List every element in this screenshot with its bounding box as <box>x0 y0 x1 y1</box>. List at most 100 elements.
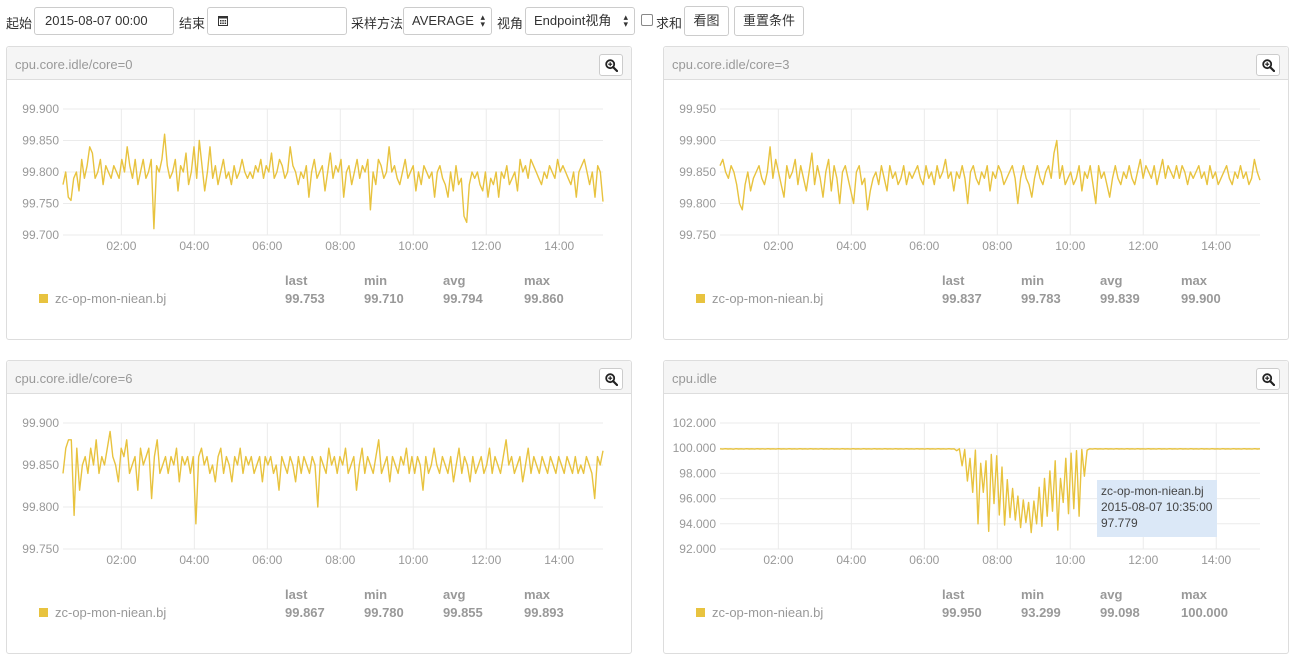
x-tick-label: 12:00 <box>471 553 501 567</box>
stat-value-avg: 99.794 <box>443 291 483 306</box>
panel-title: cpu.core.idle/core=0 <box>15 57 133 72</box>
stat-header-min: min <box>364 273 388 288</box>
series-line[interactable] <box>62 430 604 525</box>
view-chart-button[interactable]: 看图 <box>684 6 729 36</box>
stat-value-last: 99.950 <box>942 605 982 620</box>
stat-value-avg: 99.855 <box>443 605 483 620</box>
stat-value-last: 99.753 <box>285 291 325 306</box>
x-tick-label: 10:00 <box>1055 553 1085 567</box>
line-chart: 99.750 99.800 99.850 99.900 99.950 02:00 04:00… <box>679 102 1261 253</box>
zoom-button[interactable] <box>599 368 623 390</box>
stat-header-avg: avg <box>1100 587 1123 602</box>
stat-header-avg: avg <box>1100 273 1123 288</box>
x-tick-label: 14:00 <box>544 239 574 253</box>
panel-header: cpu.core.idle/core=0 <box>7 47 631 80</box>
zoom-in-icon <box>1262 59 1275 72</box>
x-tick-label: 10:00 <box>398 239 428 253</box>
panel-title: cpu.core.idle/core=6 <box>15 371 133 386</box>
stat-value-last: 99.867 <box>285 605 325 620</box>
chart-tooltip: zc-op-mon-niean.bj 2015-08-07 10:35:00 97.… <box>1097 480 1217 537</box>
tooltip-line3: 97.779 <box>1101 516 1138 530</box>
panel-header: cpu.idle <box>664 361 1288 394</box>
y-tick-label: 99.900 <box>22 416 59 430</box>
tooltip-line1: zc-op-mon-niean.bj <box>1101 484 1204 498</box>
x-tick-label: 08:00 <box>982 239 1012 253</box>
sampling-select[interactable]: AVERAGE ▴ ▾ <box>403 7 492 35</box>
y-tick-label: 99.800 <box>22 500 59 514</box>
stat-header-last: last <box>285 587 308 602</box>
start-input[interactable]: 2015-08-07 00:00 <box>34 7 174 35</box>
x-tick-label: 04:00 <box>836 553 866 567</box>
sum-label: 求和 <box>656 16 683 31</box>
chart-panel: cpu.core.idle/core=6 99.750 99.800 99.850 99… <box>6 360 632 654</box>
zoom-button[interactable] <box>599 54 623 76</box>
sampling-label: 采样方法 <box>351 16 404 31</box>
end-label: 结束 <box>179 16 206 31</box>
stat-value-min: 99.780 <box>364 605 404 620</box>
x-tick-label: 14:00 <box>1201 239 1231 253</box>
series-line[interactable] <box>719 139 1261 211</box>
legend-series-name: zc-op-mon-niean.bj <box>55 605 167 620</box>
x-tick-label: 12:00 <box>1128 239 1158 253</box>
y-tick-label: 100.000 <box>673 441 717 455</box>
x-tick-label: 06:00 <box>909 553 939 567</box>
panel-title: cpu.idle <box>672 371 717 386</box>
zoom-in-icon <box>605 59 618 72</box>
y-tick-label: 99.700 <box>22 228 59 242</box>
series-line[interactable] <box>62 133 604 230</box>
stat-header-max: max <box>524 273 551 288</box>
y-tick-label: 99.850 <box>22 458 59 472</box>
x-tick-label: 02:00 <box>106 553 136 567</box>
tooltip-line2: 2015-08-07 10:35:00 <box>1101 500 1213 514</box>
x-tick-label: 12:00 <box>1128 553 1158 567</box>
stat-value-min: 93.299 <box>1021 605 1061 620</box>
stat-value-last: 99.837 <box>942 291 982 306</box>
y-tick-label: 94.000 <box>679 517 716 531</box>
x-tick-label: 04:00 <box>836 239 866 253</box>
stat-header-last: last <box>285 273 308 288</box>
legend-swatch <box>39 294 48 303</box>
stat-value-max: 99.893 <box>524 605 564 620</box>
legend-series-name: zc-op-mon-niean.bj <box>712 605 824 620</box>
stat-header-min: min <box>1021 587 1045 602</box>
y-tick-label: 99.900 <box>22 102 59 116</box>
legend-series-name: zc-op-mon-niean.bj <box>55 291 167 306</box>
stat-header-min: min <box>1021 273 1045 288</box>
y-tick-label: 96.000 <box>679 492 716 506</box>
stat-header-max: max <box>1181 273 1208 288</box>
y-tick-label: 99.750 <box>22 197 59 211</box>
reset-button[interactable]: 重置条件 <box>734 6 804 36</box>
view-select[interactable]: Endpoint视角 ▴ ▾ <box>525 7 635 35</box>
y-tick-label: 99.800 <box>22 165 59 179</box>
stat-value-max: 99.900 <box>1181 291 1221 306</box>
zoom-button[interactable] <box>1256 54 1280 76</box>
stat-header-min: min <box>364 587 388 602</box>
stat-value-max: 100.000 <box>1181 605 1228 620</box>
zoom-button[interactable] <box>1256 368 1280 390</box>
sum-checkbox[interactable] <box>641 14 653 26</box>
x-tick-label: 02:00 <box>763 553 793 567</box>
zoom-in-icon <box>605 373 618 386</box>
view-label: 视角 <box>497 16 524 31</box>
stat-header-last: last <box>942 273 965 288</box>
chart-panel: cpu.core.idle/core=0 99.700 99.750 99.800 99… <box>6 46 632 340</box>
stat-value-avg: 99.098 <box>1100 605 1140 620</box>
x-tick-label: 08:00 <box>982 553 1012 567</box>
x-tick-label: 12:00 <box>471 239 501 253</box>
sampling-select-value: AVERAGE <box>412 13 474 28</box>
x-tick-label: 02:00 <box>763 239 793 253</box>
y-tick-label: 99.900 <box>679 134 716 148</box>
stat-value-min: 99.783 <box>1021 291 1061 306</box>
end-input[interactable] <box>207 7 347 35</box>
x-tick-label: 04:00 <box>179 553 209 567</box>
panel-title: cpu.core.idle/core=3 <box>672 57 790 72</box>
stat-header-last: last <box>942 587 965 602</box>
y-tick-label: 99.850 <box>679 165 716 179</box>
y-tick-label: 98.000 <box>679 466 716 480</box>
y-tick-label: 99.800 <box>679 197 716 211</box>
y-tick-label: 92.000 <box>679 542 716 556</box>
y-tick-label: 102.000 <box>673 416 717 430</box>
stat-header-max: max <box>524 587 551 602</box>
x-tick-label: 06:00 <box>909 239 939 253</box>
zoom-in-icon <box>1262 373 1275 386</box>
